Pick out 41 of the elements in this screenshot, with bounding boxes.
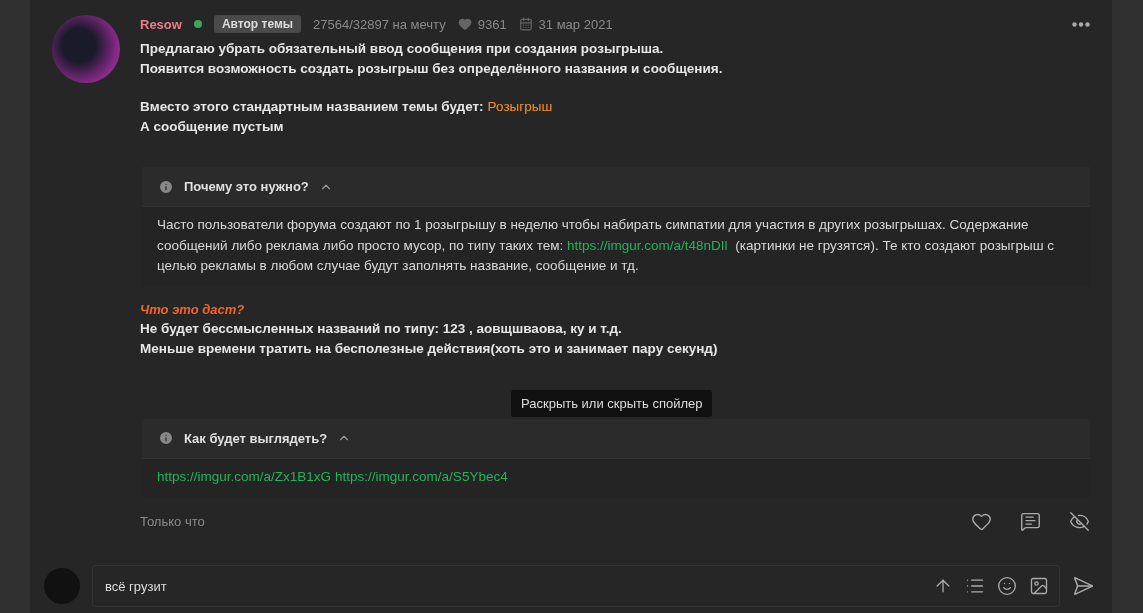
reply-input[interactable]: всё грузит <box>103 577 921 595</box>
author-badge: Автор темы <box>213 15 302 33</box>
post-text: Меньше времени тратить на бесполезные действия(хоть это и занимает пару секунд) <box>140 340 718 356</box>
spoiler-toggle[interactable]: Почему это нужно? <box>142 167 1090 207</box>
link[interactable]: https://imgur.com/a/Zx1B1xG <box>157 468 332 484</box>
info-icon <box>158 430 174 446</box>
send-button[interactable] <box>1072 575 1094 597</box>
smile-icon <box>997 576 1017 596</box>
post-text: Появится возможность создать розыгрыш без определённого названия и сообщения. <box>140 61 723 76</box>
likes-count: 9361 <box>477 16 507 32</box>
reply-button[interactable] <box>1020 511 1041 532</box>
link[interactable]: https://imgur.com/a/t48nDIl <box>566 237 728 253</box>
more-button[interactable] <box>1072 21 1090 27</box>
section-heading: Что это даст? <box>140 300 246 319</box>
highlighted-text: Розыгрыш <box>487 99 553 114</box>
image-button[interactable] <box>1029 576 1049 596</box>
eye-off-icon <box>1069 511 1090 532</box>
like-button[interactable] <box>971 511 992 532</box>
spoiler-text: Часто пользователи форума создают по 1 розыгрышу в неделю чтобы набирать симпатии для участия в других розыгрышах. Содержание сообщений либо реклама либо просто мусор, по типу таких тем: https://imgur.com/a/t48nDIl (картинки не грузятся). Те кто создают розыгрыш с целью рекламы в любом случае будут заполнять название, сообщение и тд. <box>142 207 1090 287</box>
post-text: А сообщение пустым <box>140 119 284 134</box>
image-icon <box>1029 576 1049 596</box>
calendar-icon <box>518 17 533 31</box>
post-time: Только что <box>140 514 205 529</box>
author-name[interactable]: Resow <box>140 16 182 32</box>
emoji-button[interactable] <box>997 576 1017 596</box>
more-icon <box>1072 21 1090 27</box>
post-date: 31 мар 2021 <box>538 16 613 32</box>
hide-button[interactable] <box>1069 511 1090 532</box>
post-text: Не будет бессмысленных названий по типу: 123 , аовщшваова, ку и т.д. <box>140 320 622 336</box>
send-icon <box>1072 575 1094 597</box>
spoiler-toggle[interactable]: Как будет выглядеть? <box>142 418 1090 459</box>
info-icon <box>158 178 174 195</box>
tooltip: Раскрыть или скрыть спойлер <box>511 389 713 417</box>
progress-text: 27564/32897 на мечту <box>313 16 446 32</box>
reply-field[interactable]: всё грузит <box>92 565 1060 607</box>
post-text: Вместо этого стандартным названием темы будет: <box>140 99 484 114</box>
heart-icon <box>457 17 472 31</box>
comment-icon <box>1020 511 1041 532</box>
post-text: Предлагаю убрать обязательный ввод сообщения при создания розыгрыша. <box>140 41 664 56</box>
link[interactable]: https://imgur.com/a/S5Ybec4 <box>335 468 508 484</box>
heart-icon <box>971 511 992 532</box>
